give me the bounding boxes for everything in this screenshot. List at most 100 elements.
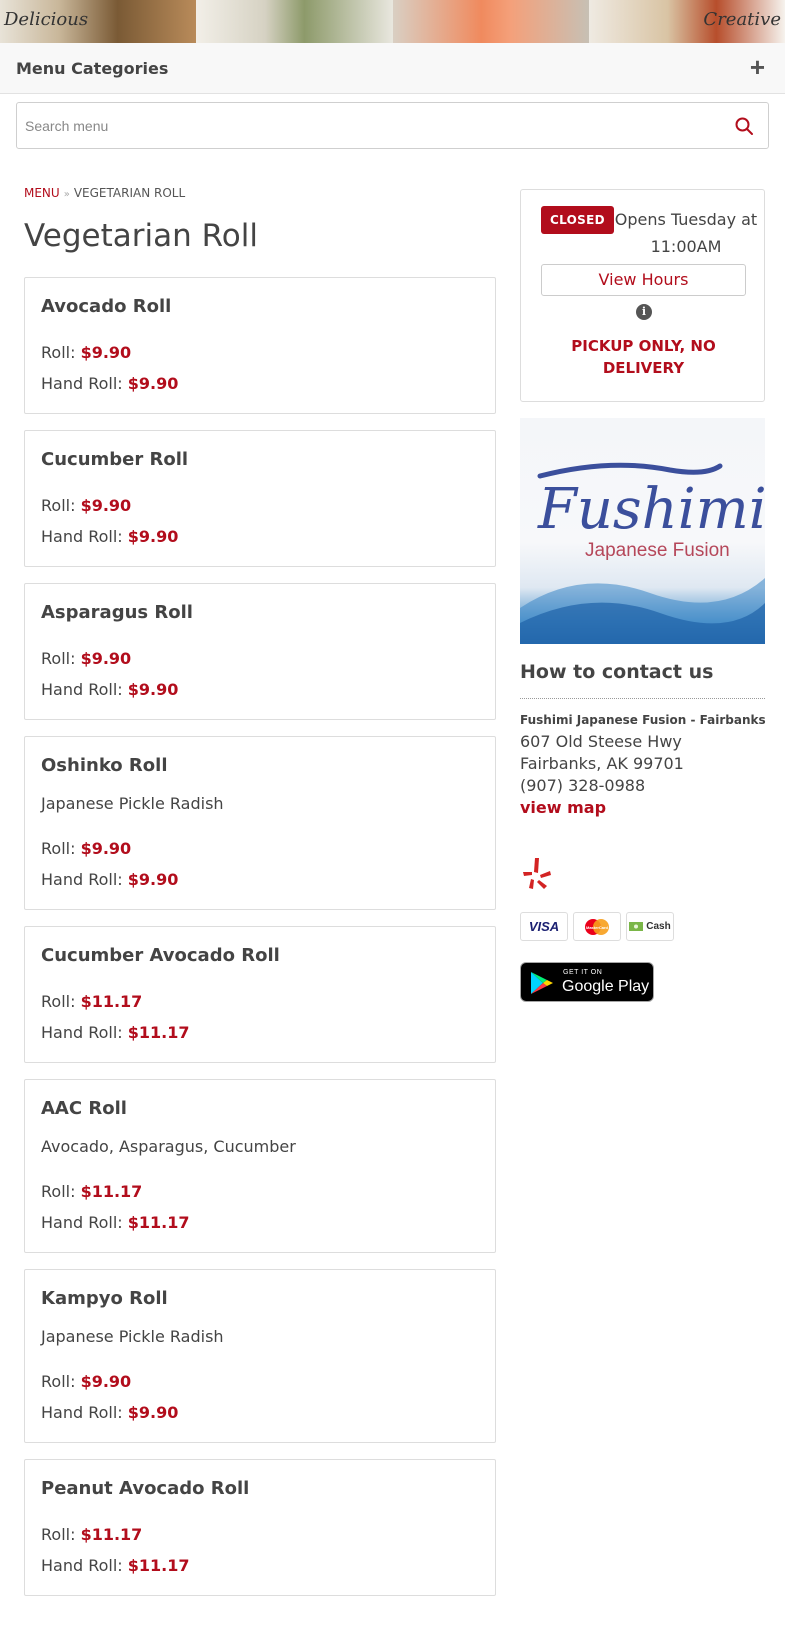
price-amount: $9.90 [127,527,179,546]
menu-categories-bar[interactable]: Menu Categories + [0,43,785,94]
menu-categories-label: Menu Categories [16,59,169,78]
price-amount: $11.17 [127,1023,190,1042]
menu-item[interactable]: Asparagus Roll Roll: $9.90 Hand Roll: $9… [24,583,496,720]
google-play-small-text: GET IT ON [563,969,603,976]
price-amount: $9.90 [80,496,132,515]
menu-item[interactable]: Avocado Roll Roll: $9.90 Hand Roll: $9.9… [24,277,496,414]
payment-methods: VISA MasterCard Cash [520,912,674,941]
item-name: Cucumber Avocado Roll [41,945,280,966]
banner-image-4: Creative [588,0,785,43]
menu-item[interactable]: Peanut Avocado Roll Roll: $11.17 Hand Ro… [24,1459,496,1596]
breadcrumb-separator: » [63,189,70,200]
price-amount: $11.17 [80,992,143,1011]
item-name: Cucumber Roll [41,449,189,470]
item-name: Peanut Avocado Roll [41,1478,250,1499]
price-label: Hand Roll: [41,1403,123,1422]
price-row: Hand Roll: $11.17 [41,1550,479,1581]
breadcrumb-current: VEGETARIAN ROLL [73,186,186,200]
yelp-icon[interactable] [522,856,552,890]
logo-tagline: Japanese Fusion [585,540,730,561]
price-amount: $9.90 [127,374,179,393]
price-row: Hand Roll: $11.17 [41,1017,479,1048]
price-label: Hand Roll: [41,374,123,393]
price-label: Hand Roll: [41,680,123,699]
item-description: Japanese Pickle Radish [41,1327,224,1346]
price-label: Hand Roll: [41,1213,123,1232]
menu-item-list: Avocado Roll Roll: $9.90 Hand Roll: $9.9… [24,277,496,1612]
banner-word-left: Delicious [4,9,89,30]
contact-heading: How to contact us [520,661,714,683]
price-label: Roll: [41,1525,76,1544]
price-row: Roll: $9.90 [41,490,479,521]
price-amount: $11.17 [80,1182,143,1201]
price-label: Hand Roll: [41,1023,123,1042]
search-input[interactable] [25,115,705,137]
search-icon[interactable] [734,116,754,136]
price-amount: $9.90 [127,1403,179,1422]
store-status-box: CLOSED Opens Tuesday at 11:00AM View Hou… [520,189,765,402]
contact-divider [520,698,765,699]
cash-label: Cash [646,921,671,932]
menu-item[interactable]: AAC Roll Avocado, Asparagus, Cucumber Ro… [24,1079,496,1253]
mastercard-icon: MasterCard [573,912,621,941]
item-name: Asparagus Roll [41,602,193,623]
breadcrumb-menu-link[interactable]: MENU [24,186,60,200]
mastercard-label: MasterCard [586,925,609,930]
pickup-only-notice: PICKUP ONLY, NO DELIVERY [571,337,716,377]
price-row: Roll: $9.90 [41,1366,479,1397]
price-amount: $9.90 [80,839,132,858]
breadcrumb: MENU» VEGETARIAN ROLL [24,186,185,200]
price-label: Roll: [41,992,76,1011]
price-amount: $11.17 [127,1213,190,1232]
menu-item[interactable]: Oshinko Roll Japanese Pickle Radish Roll… [24,736,496,910]
page-title: Vegetarian Roll [24,218,258,254]
price-row: Hand Roll: $9.90 [41,1397,479,1428]
cash-icon: Cash [626,912,674,941]
logo-artwork: Fushimi Japanese Fusion [520,462,765,644]
price-amount: $9.90 [127,680,179,699]
price-row: Roll: $11.17 [41,986,479,1017]
google-play-icon [531,972,553,994]
view-hours-button[interactable]: View Hours [541,264,746,296]
menu-item[interactable]: Cucumber Roll Roll: $9.90 Hand Roll: $9.… [24,430,496,567]
price-row: Hand Roll: $9.90 [41,864,479,895]
search-box [16,102,769,149]
banner-image-2 [196,0,393,43]
price-row: Hand Roll: $11.17 [41,1207,479,1238]
expand-plus-icon[interactable]: + [750,54,765,80]
logo-name: Fushimi [537,477,765,542]
price-amount: $9.90 [127,870,179,889]
price-label: Roll: [41,343,76,362]
price-label: Roll: [41,496,76,515]
price-amount: $9.90 [80,343,132,362]
price-amount: $9.90 [80,649,132,668]
address-line-1: 607 Old Steese Hwy [520,732,682,751]
price-row: Roll: $9.90 [41,643,479,674]
google-play-badge[interactable]: GET IT ON Google Play [520,962,654,1002]
banner-word-right: Creative [703,9,781,30]
item-name: Avocado Roll [41,296,172,317]
price-amount: $11.17 [127,1556,190,1575]
visa-icon: VISA [520,912,568,941]
item-name: Oshinko Roll [41,755,168,776]
price-label: Roll: [41,1182,76,1201]
header-banner: Delicious Creative [0,0,785,43]
item-name: AAC Roll [41,1098,127,1119]
item-description: Japanese Pickle Radish [41,794,224,813]
price-row: Hand Roll: $9.90 [41,521,479,552]
price-label: Roll: [41,649,76,668]
address-line-2: Fairbanks, AK 99701 [520,754,684,773]
price-label: Roll: [41,839,76,858]
price-amount: $9.90 [80,1372,132,1391]
item-name: Kampyo Roll [41,1288,168,1309]
banner-image-3 [392,0,589,43]
price-label: Hand Roll: [41,527,123,546]
info-icon[interactable]: i [636,304,652,320]
phone-number[interactable]: (907) 328-0988 [520,776,645,795]
menu-item[interactable]: Cucumber Avocado Roll Roll: $11.17 Hand … [24,926,496,1063]
price-label: Roll: [41,1372,76,1391]
price-amount: $11.17 [80,1525,143,1544]
view-map-link[interactable]: view map [520,798,606,817]
menu-item[interactable]: Kampyo Roll Japanese Pickle Radish Roll:… [24,1269,496,1443]
opens-text: Opens Tuesday at 11:00AM [614,210,758,256]
